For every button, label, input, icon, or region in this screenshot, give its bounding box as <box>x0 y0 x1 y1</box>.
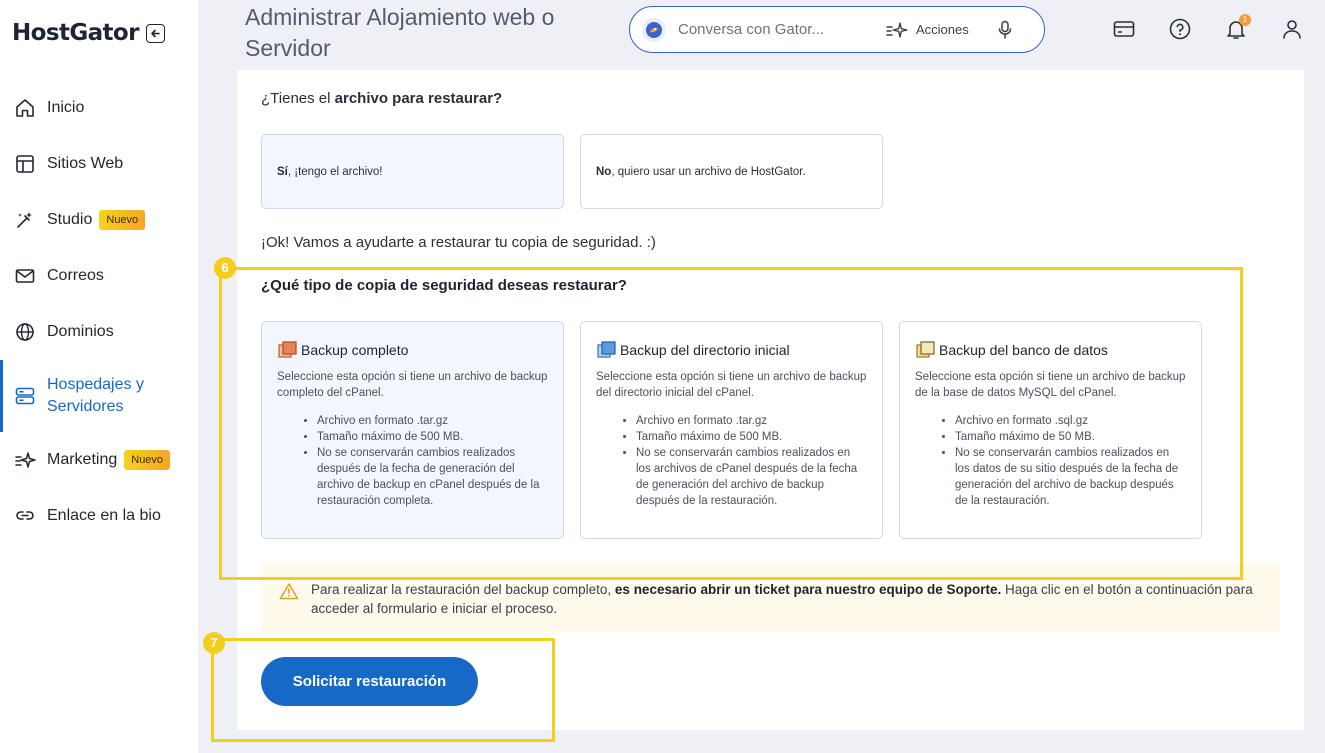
sidebar-item-label: Dominios <box>47 323 114 340</box>
sidebar-item-hospedajes[interactable]: Hospedajes y Servidores <box>0 360 198 432</box>
ok-message: ¡Ok! Vamos a ayudarte a restaurar tu cop… <box>261 234 656 251</box>
warning-icon <box>279 583 299 600</box>
user-icon <box>1283 20 1301 39</box>
highlight-box-step-7 <box>211 638 555 742</box>
globe-icon <box>14 321 36 343</box>
layout-icon <box>14 153 36 175</box>
new-badge: Nuevo <box>99 210 146 230</box>
sidebar-item-correos[interactable]: Correos <box>0 248 198 304</box>
home-icon <box>14 97 36 119</box>
billing-button[interactable] <box>1112 17 1136 41</box>
notifications-count-badge: 1 <box>1239 14 1251 26</box>
account-button[interactable] <box>1280 17 1304 41</box>
step-6-marker: 6 <box>214 257 236 279</box>
actions-button[interactable]: Acciones <box>886 21 969 39</box>
credit-card-icon <box>1113 21 1135 37</box>
mail-icon <box>14 265 36 287</box>
choice-has-file[interactable]: Sí, ¡tengo el archivo! <box>261 134 564 209</box>
actions-label: Acciones <box>916 22 969 37</box>
sidebar: HostGator Inicio Sitios Web Studio Nuevo <box>0 0 198 753</box>
microphone-icon <box>998 20 1011 39</box>
magic-wand-icon <box>14 209 36 231</box>
new-badge: Nuevo <box>124 450 171 470</box>
server-icon <box>14 385 36 407</box>
sidebar-item-studio[interactable]: Studio Nuevo <box>0 192 198 248</box>
sidebar-item-label: Enlace en la bio <box>47 507 161 524</box>
sidebar-item-label: Marketing <box>47 451 118 468</box>
step-7-marker: 7 <box>203 632 225 654</box>
collapse-sidebar-button[interactable] <box>145 23 165 43</box>
sidebar-nav: Inicio Sitios Web Studio Nuevo Correos D… <box>0 80 198 544</box>
sparkle-icon <box>14 449 36 471</box>
sidebar-item-label: Sitios Web <box>47 155 124 172</box>
sidebar-item-label: Studio <box>47 211 93 228</box>
logo-row: HostGator <box>12 20 165 46</box>
sidebar-item-label: Hospedajes y Servidores <box>47 376 144 415</box>
page-title: Administrar Alojamiento web o Servidor <box>245 4 555 61</box>
notifications-button[interactable]: 1 <box>1224 14 1251 41</box>
link-icon <box>14 505 36 527</box>
hostgator-logo[interactable]: HostGator <box>12 20 139 46</box>
file-question: ¿Tienes el archivo para restaurar? <box>261 90 503 107</box>
gator-chat-search[interactable]: Acciones <box>629 6 1045 53</box>
sidebar-item-label: Correos <box>47 267 104 284</box>
warning-text: Para realizar la restauración del backup… <box>311 582 1253 616</box>
highlight-box-step-6 <box>219 267 1243 580</box>
gator-avatar-icon <box>642 17 666 42</box>
sidebar-item-marketing[interactable]: Marketing Nuevo <box>0 432 198 488</box>
choice-use-hostgator-file[interactable]: No, quiero usar un archivo de HostGator. <box>580 134 883 209</box>
sidebar-item-inicio[interactable]: Inicio <box>0 80 198 136</box>
sidebar-item-label: Inicio <box>47 99 85 116</box>
microphone-button[interactable] <box>997 20 1013 40</box>
help-button[interactable] <box>1168 17 1192 41</box>
gator-chat-input[interactable] <box>678 21 848 38</box>
arrow-left-icon <box>151 29 160 37</box>
sidebar-item-sitios-web[interactable]: Sitios Web <box>0 136 198 192</box>
sidebar-item-dominios[interactable]: Dominios <box>0 304 198 360</box>
sidebar-item-enlace-bio[interactable]: Enlace en la bio <box>0 488 198 544</box>
help-circle-icon <box>1169 18 1191 40</box>
sparkle-actions-icon <box>886 21 908 38</box>
